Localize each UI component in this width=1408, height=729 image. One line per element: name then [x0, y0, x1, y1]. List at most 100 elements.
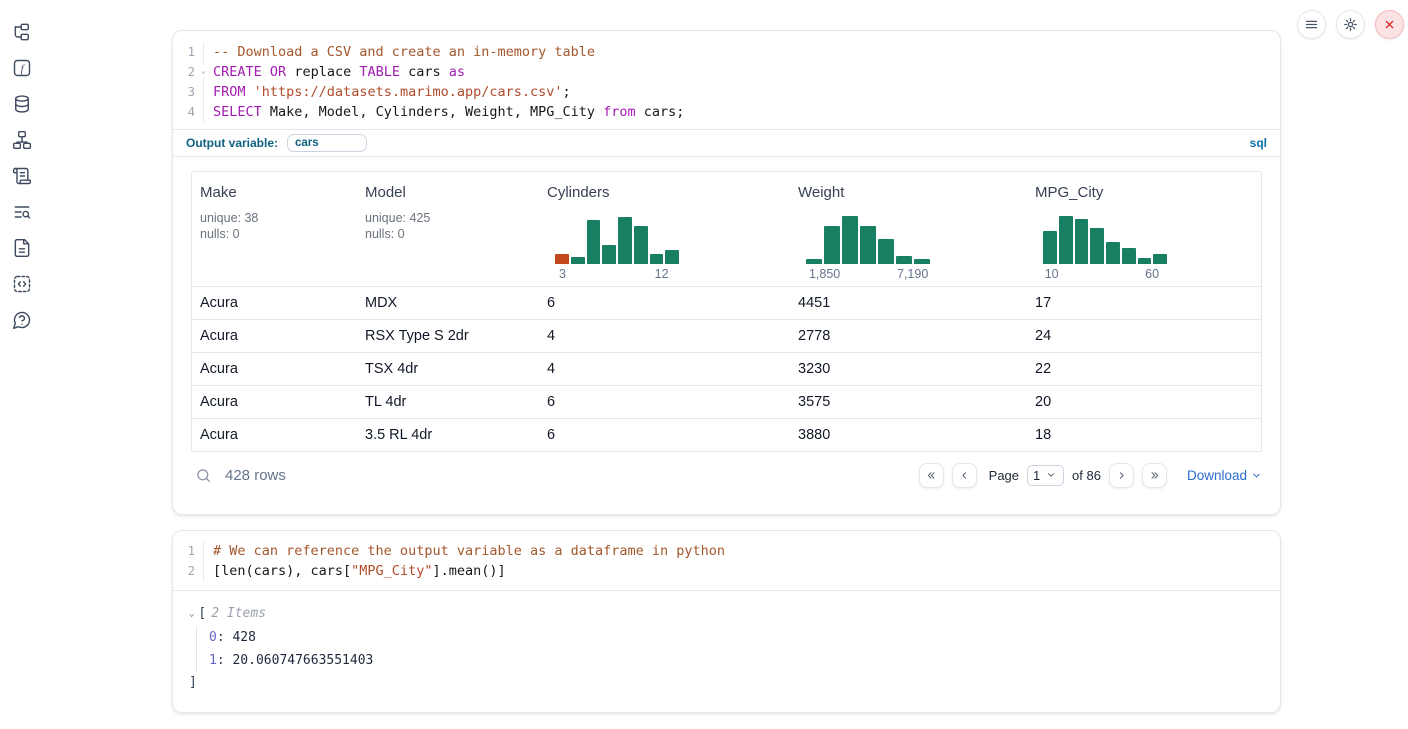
histogram-bar[interactable]	[587, 220, 601, 264]
histogram-bar[interactable]	[618, 217, 632, 264]
table-cell[interactable]: Acura	[192, 352, 357, 385]
first-page-button[interactable]	[919, 463, 944, 488]
sidebar-help-button[interactable]	[12, 310, 32, 330]
output-variable-label: Output variable:	[186, 136, 278, 150]
menu-icon	[1304, 17, 1319, 32]
previous-page-button[interactable]	[952, 463, 977, 488]
sidebar-datasources-button[interactable]	[12, 94, 32, 114]
table-footer: 428 rows Page 1 of 86 Download	[173, 452, 1280, 498]
python-code-editor[interactable]: 1# We can reference the output variable …	[173, 531, 1280, 590]
column-header-mpg_city[interactable]: MPG_City1060	[1027, 172, 1261, 286]
table-cell[interactable]: 22	[1027, 352, 1261, 385]
table-cell[interactable]: 17	[1027, 286, 1261, 319]
column-header-model[interactable]: Modelunique: 425nulls: 0	[357, 172, 539, 286]
table-cell[interactable]: 18	[1027, 418, 1261, 451]
page-total-label: of 86	[1072, 468, 1101, 483]
histogram-bar[interactable]	[1075, 219, 1089, 264]
table-cell[interactable]: 4	[539, 319, 790, 352]
table-cell[interactable]: 20	[1027, 385, 1261, 418]
page-select[interactable]: 1	[1027, 465, 1064, 486]
sql-cell: 1-- Download a CSV and create an in-memo…	[172, 30, 1281, 515]
table-cell[interactable]: 6	[539, 385, 790, 418]
table-cell[interactable]: 3.5 RL 4dr	[357, 418, 539, 451]
settings-button[interactable]	[1336, 10, 1365, 39]
output-variable-input[interactable]	[287, 134, 367, 152]
code-text: SELECT Make, Model, Cylinders, Weight, M…	[204, 102, 684, 122]
pagination: Page 1 of 86 Download	[919, 463, 1262, 488]
table-cell[interactable]: Acura	[192, 385, 357, 418]
sql-code-editor[interactable]: 1-- Download a CSV and create an in-memo…	[173, 31, 1280, 129]
code-line[interactable]: 1-- Download a CSV and create an in-memo…	[173, 42, 1280, 62]
histogram-bar[interactable]	[842, 216, 858, 264]
histogram-bar[interactable]	[860, 226, 876, 264]
sidebar-snippets-button[interactable]	[12, 274, 32, 294]
sidebar-scratchpad-button[interactable]	[12, 166, 32, 186]
histogram-bar[interactable]	[1122, 248, 1136, 264]
histogram-bar[interactable]	[1043, 231, 1057, 264]
histogram-bar[interactable]	[1090, 228, 1104, 264]
table-cell[interactable]: RSX Type S 2dr	[357, 319, 539, 352]
table-cell[interactable]: TSX 4dr	[357, 352, 539, 385]
sidebar-documentation-button[interactable]	[12, 238, 32, 258]
sidebar-functions-button[interactable]: f	[12, 58, 32, 78]
output-tree-header[interactable]: ⌄ [ 2 Items	[189, 604, 1264, 624]
table-cell[interactable]: MDX	[357, 286, 539, 319]
fold-chevron-icon[interactable]: ⌄	[201, 65, 206, 77]
histogram-bar[interactable]	[896, 256, 912, 264]
language-badge[interactable]: sql	[1250, 136, 1267, 150]
code-line[interactable]: 4SELECT Make, Model, Cylinders, Weight, …	[173, 102, 1280, 122]
snippets-icon	[12, 281, 32, 298]
histogram-cylinders[interactable]	[555, 212, 679, 264]
table-cell[interactable]: 3230	[790, 352, 1027, 385]
code-line[interactable]: 1# We can reference the output variable …	[173, 541, 1280, 561]
line-number: 2	[173, 561, 204, 581]
table-cell[interactable]: 4451	[790, 286, 1027, 319]
code-line[interactable]: 2[len(cars), cars["MPG_City"].mean()]	[173, 561, 1280, 581]
table-cell[interactable]: TL 4dr	[357, 385, 539, 418]
column-title: Weight	[798, 184, 1019, 201]
search-icon[interactable]	[195, 467, 212, 484]
histogram-bar[interactable]	[555, 254, 569, 264]
histogram-weight[interactable]	[806, 212, 930, 264]
histogram-bar[interactable]	[1153, 254, 1167, 264]
table-cell[interactable]: 2778	[790, 319, 1027, 352]
table-cell[interactable]: 6	[539, 286, 790, 319]
sidebar-dependency-graph-button[interactable]	[12, 130, 32, 150]
table-cell[interactable]: 4	[539, 352, 790, 385]
table-cell[interactable]: Acura	[192, 286, 357, 319]
scratchpad-icon	[12, 173, 32, 190]
table-cell[interactable]: 3575	[790, 385, 1027, 418]
download-button[interactable]: Download	[1187, 468, 1262, 483]
code-line[interactable]: 3FROM 'https://datasets.marimo.app/cars.…	[173, 82, 1280, 102]
close-icon	[1382, 17, 1397, 32]
sidebar-file-tree-button[interactable]	[12, 22, 32, 42]
histogram-bar[interactable]	[665, 250, 679, 264]
table-cell[interactable]: Acura	[192, 319, 357, 352]
histogram-bar[interactable]	[650, 254, 664, 264]
axis-tick-label: 7,190	[897, 267, 928, 281]
table-cell[interactable]: 3880	[790, 418, 1027, 451]
column-header-weight[interactable]: Weight1,8507,190	[790, 172, 1027, 286]
shutdown-button[interactable]	[1375, 10, 1404, 39]
next-page-button[interactable]	[1109, 463, 1134, 488]
column-header-cylinders[interactable]: Cylinders312	[539, 172, 790, 286]
histogram-bar[interactable]	[602, 245, 616, 264]
table-cell[interactable]: Acura	[192, 418, 357, 451]
sidebar-logs-button[interactable]	[12, 202, 32, 222]
axis-tick-label: 3	[559, 267, 566, 281]
last-page-button[interactable]	[1142, 463, 1167, 488]
chevron-down-icon[interactable]: ⌄	[189, 604, 194, 624]
code-line[interactable]: 2⌄CREATE OR replace TABLE cars as	[173, 62, 1280, 82]
output-variable-bar: Output variable: sql	[173, 129, 1280, 157]
histogram-mpg_city[interactable]	[1043, 212, 1167, 264]
histogram-bar[interactable]	[571, 257, 585, 264]
histogram-bar[interactable]	[1106, 242, 1120, 264]
histogram-bar[interactable]	[878, 239, 894, 264]
histogram-bar[interactable]	[1059, 216, 1073, 264]
histogram-bar[interactable]	[634, 226, 648, 264]
table-cell[interactable]: 24	[1027, 319, 1261, 352]
column-header-make[interactable]: Makeunique: 38nulls: 0	[192, 172, 357, 286]
menu-button[interactable]	[1297, 10, 1326, 39]
histogram-bar[interactable]	[824, 226, 840, 264]
table-cell[interactable]: 6	[539, 418, 790, 451]
